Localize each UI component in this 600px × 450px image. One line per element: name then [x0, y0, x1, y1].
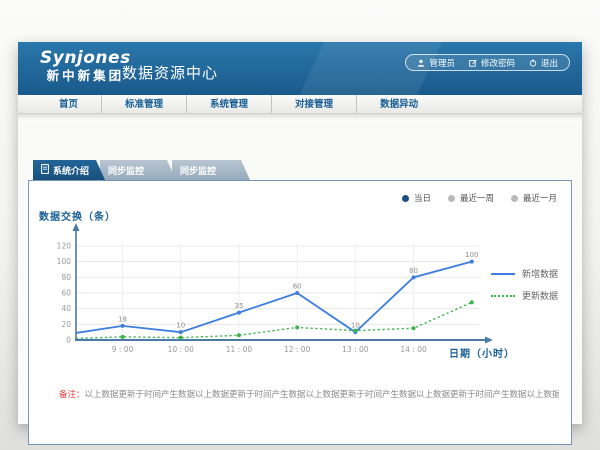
- svg-text:0: 0: [66, 336, 71, 345]
- admin-user-button[interactable]: 管理员: [417, 57, 455, 69]
- change-password-label: 修改密码: [481, 57, 515, 69]
- svg-text:20: 20: [61, 320, 71, 329]
- tab-sync-monitor-1-label: 同步监控: [108, 164, 144, 177]
- svg-text:11 : 00: 11 : 00: [226, 345, 253, 354]
- tab-system-intro[interactable]: 系统介绍: [33, 160, 105, 180]
- footnote-text: 以上数据更新于时间产生数据以上数据更新于时间产生数据以上数据更新于时间产生数据以…: [85, 390, 559, 400]
- x-axis-title: 日期（小时）: [449, 345, 515, 360]
- page-card: Synjones 新中新集团 数据资源中心 管理员 修改密码 退出: [18, 42, 582, 424]
- legend-item-update-data[interactable]: 更新数据: [491, 289, 558, 302]
- nav-item-data-change[interactable]: 数据异动: [356, 95, 441, 113]
- svg-text:12 : 00: 12 : 00: [284, 345, 311, 354]
- tab-sync-monitor-1[interactable]: 同步监控: [100, 160, 176, 180]
- svg-text:80: 80: [409, 267, 418, 275]
- logout-label: 退出: [541, 57, 558, 69]
- svg-text:14 : 00: 14 : 00: [400, 345, 427, 354]
- footnote: 备注：以上数据更新于时间产生数据以上数据更新于时间产生数据以上数据更新于时间产生…: [59, 388, 559, 400]
- tab-sync-monitor-2-label: 同步监控: [180, 164, 216, 177]
- legend-swatch-solid-line: [491, 273, 515, 275]
- nav-item-system-mgmt[interactable]: 系统管理: [186, 95, 271, 113]
- company-logo: Synjones 新中新集团: [40, 48, 131, 84]
- svg-text:10 : 00: 10 : 00: [168, 345, 195, 354]
- svg-text:18: 18: [118, 315, 127, 323]
- legend-item-new-data[interactable]: 新增数据: [491, 267, 558, 280]
- change-password-button[interactable]: 修改密码: [469, 57, 515, 69]
- edit-icon: [469, 59, 477, 67]
- tab-sync-monitor-2[interactable]: 同步监控: [172, 160, 250, 180]
- page-title: 数据资源中心: [122, 62, 218, 83]
- nav-shadow: [18, 114, 582, 121]
- svg-text:13 : 00: 13 : 00: [342, 345, 369, 354]
- svg-text:40: 40: [61, 304, 71, 313]
- tab-system-intro-label: 系统介绍: [53, 164, 89, 177]
- user-actions-group: 管理员 修改密码 退出: [405, 54, 570, 71]
- svg-text:120: 120: [57, 242, 72, 251]
- nav-item-home[interactable]: 首页: [36, 95, 101, 113]
- svg-text:100: 100: [465, 251, 478, 259]
- logo-brand-text: Synjones: [40, 48, 131, 68]
- svg-text:80: 80: [61, 273, 71, 282]
- svg-text:60: 60: [293, 283, 302, 291]
- main-nav: 首页 标准管理 系统管理 对接管理 数据异动: [18, 95, 582, 114]
- svg-text:35: 35: [234, 302, 243, 310]
- footnote-colon: ：: [76, 390, 85, 400]
- svg-text:10: 10: [176, 322, 185, 330]
- admin-user-label: 管理员: [429, 57, 455, 69]
- chart-legend: 新增数据 更新数据: [491, 267, 558, 302]
- legend-new-data-label: 新增数据: [522, 267, 558, 280]
- nav-item-standard-mgmt[interactable]: 标准管理: [101, 95, 186, 113]
- logout-button[interactable]: 退出: [529, 57, 558, 69]
- user-icon: [417, 59, 425, 67]
- app-header: Synjones 新中新集团 数据资源中心 管理员 修改密码 退出: [18, 42, 582, 95]
- logo-company-name: 新中新集团: [40, 68, 131, 84]
- svg-text:9 : 00: 9 : 00: [112, 345, 134, 354]
- chart-panel: 当日 最近一周 最近一月 数据交换（条） 0204060801001209 : …: [28, 180, 572, 445]
- content-area: 系统介绍 同步监控 同步监控 当日 最近一周 最近一月: [18, 121, 582, 423]
- svg-text:60: 60: [61, 289, 71, 298]
- footnote-prefix: 备注: [59, 390, 76, 400]
- power-icon: [529, 59, 537, 67]
- document-icon: [41, 164, 49, 177]
- svg-text:100: 100: [57, 257, 72, 266]
- svg-text:10: 10: [351, 322, 360, 330]
- line-chart: 0 20 40 60 80 100 120 9 : 00 10 : 00 11 : 00 12 : …: [29, 181, 571, 366]
- nav-item-interface-mgmt[interactable]: 对接管理: [271, 95, 356, 113]
- legend-swatch-dotted-line: [491, 295, 515, 297]
- legend-update-data-label: 更新数据: [522, 289, 558, 302]
